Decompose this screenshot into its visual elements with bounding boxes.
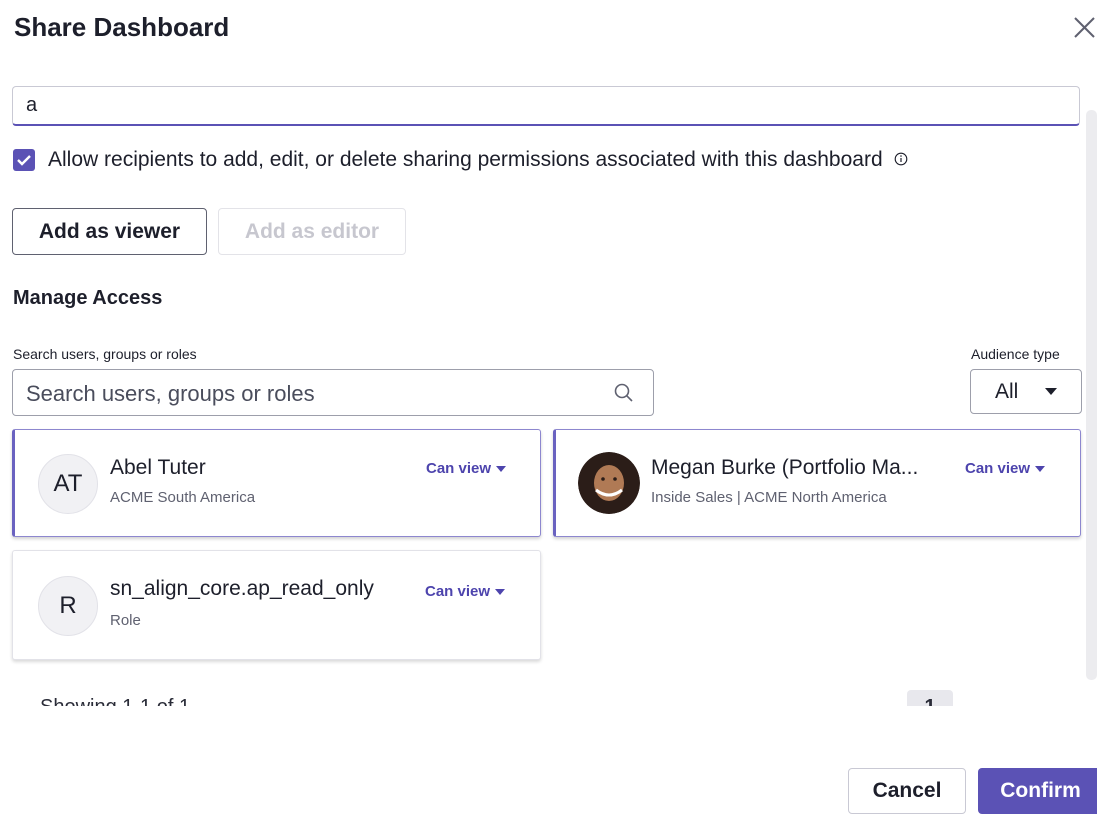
caret-down-icon	[495, 589, 506, 596]
permission-label: Can view	[965, 460, 1031, 477]
share-recipient-input[interactable]: a	[12, 86, 1080, 126]
recipient-card[interactable]: AT Abel Tuter ACME South America Can vie…	[12, 429, 541, 537]
add-as-viewer-button[interactable]: Add as viewer	[12, 208, 207, 255]
info-icon[interactable]	[894, 148, 908, 172]
recipient-subtitle: Role	[110, 612, 141, 629]
allow-permissions-text: Allow recipients to add, edit, or delete…	[48, 148, 883, 171]
manage-access-title: Manage Access	[13, 287, 163, 309]
avatar: AT	[38, 454, 98, 514]
avatar	[578, 452, 640, 514]
permission-label: Can view	[425, 583, 491, 600]
audience-type-value: All	[995, 380, 1019, 403]
permission-label: Can view	[426, 460, 492, 477]
caret-down-icon	[1045, 388, 1057, 395]
scrollbar[interactable]	[1086, 110, 1097, 680]
permission-dropdown[interactable]: Can view	[426, 460, 507, 477]
recipient-card[interactable]: Megan Burke (Portfolio Ma... Inside Sale…	[553, 429, 1081, 537]
avatar: R	[38, 576, 98, 636]
permission-dropdown[interactable]: Can view	[425, 583, 506, 600]
dialog-title: Share Dashboard	[14, 12, 230, 42]
confirm-button[interactable]: Confirm	[978, 768, 1097, 814]
checkmark-icon	[17, 155, 31, 166]
search-icon	[614, 383, 633, 402]
allow-permissions-label: Allow recipients to add, edit, or delete…	[48, 148, 908, 172]
audience-type-select[interactable]: All	[970, 369, 1082, 414]
recipient-card[interactable]: R sn_align_core.ap_read_only Role Can vi…	[12, 550, 541, 660]
add-as-editor-button[interactable]: Add as editor	[218, 208, 406, 255]
allow-permissions-checkbox[interactable]	[13, 149, 35, 171]
permission-dropdown[interactable]: Can view	[965, 460, 1046, 477]
search-placeholder: Search users, groups or roles	[26, 381, 315, 406]
search-users-input[interactable]: Search users, groups or roles	[12, 369, 654, 416]
search-label: Search users, groups or roles	[13, 346, 197, 362]
close-button[interactable]	[1072, 12, 1097, 44]
recipient-subtitle: ACME South America	[110, 489, 256, 506]
profile-photo-icon	[578, 452, 640, 514]
caret-down-icon	[496, 466, 507, 473]
recipient-subtitle: Inside Sales | ACME North America	[651, 489, 887, 506]
recipient-name: sn_align_core.ap_read_only	[110, 577, 374, 600]
recipient-name: Megan Burke (Portfolio Ma...	[651, 456, 919, 479]
cancel-button[interactable]: Cancel	[848, 768, 966, 814]
close-icon	[1074, 17, 1095, 38]
content-fade	[0, 706, 1097, 736]
caret-down-icon	[1035, 466, 1046, 473]
recipient-name: Abel Tuter	[110, 456, 206, 479]
audience-type-label: Audience type	[971, 346, 1060, 362]
